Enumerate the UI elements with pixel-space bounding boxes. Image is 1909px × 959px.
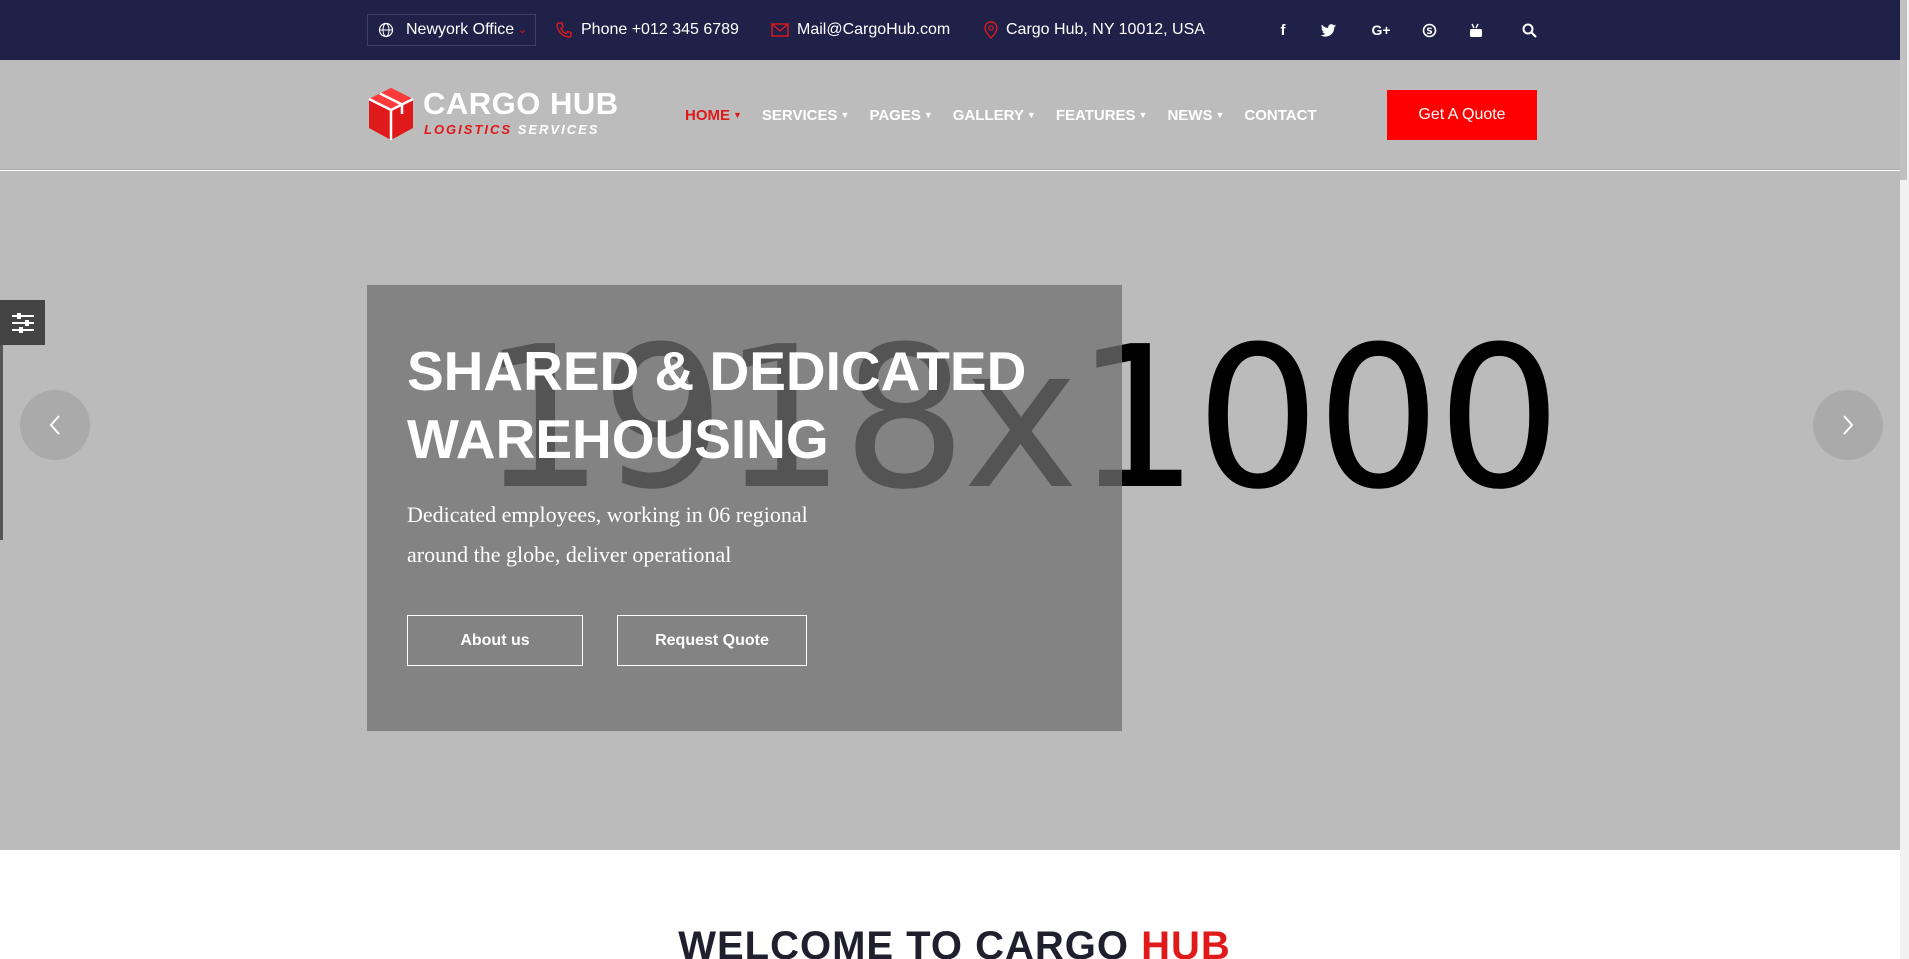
logo-sub-services: SERVICES: [517, 122, 600, 137]
globe-icon: [378, 22, 394, 38]
hero-description: Dedicated employees, working in 06 regio…: [407, 495, 887, 575]
phone-text: Phone +012 345 6789: [581, 21, 739, 38]
map-pin-icon: [984, 21, 998, 39]
nav-label: PAGES: [869, 106, 921, 124]
chevron-down-icon: ▼: [1026, 110, 1036, 120]
main-header: CARGO HUB LOGISTICS SERVICES HOME ▼ SERV…: [0, 60, 1909, 170]
welcome-title-main: WELCOME TO CARGO: [678, 924, 1142, 959]
welcome-title: WELCOME TO CARGO HUB: [0, 924, 1900, 959]
hero-desc-line2: around the globe, deliver operational: [407, 542, 732, 567]
nav-item-features[interactable]: FEATURES ▼: [1056, 107, 1148, 124]
about-us-button[interactable]: About us: [407, 615, 583, 666]
email-text: Mail@CargoHub.com: [797, 21, 951, 38]
nav-label: SERVICES: [761, 106, 838, 124]
request-quote-button[interactable]: Request Quote: [617, 615, 807, 666]
office-select-label: Newyork Office: [406, 21, 515, 38]
address-text: Cargo Hub, NY 10012, USA: [1006, 21, 1205, 38]
logo-sub-logistics: LOGISTICS: [424, 122, 513, 137]
twitter-icon[interactable]: [1316, 0, 1340, 60]
style-switcher-button[interactable]: [0, 300, 45, 345]
address-contact: Cargo Hub, NY 10012, USA: [984, 0, 1205, 60]
email-contact[interactable]: Mail@CargoHub.com: [771, 0, 950, 60]
main-nav: HOME ▼ SERVICES ▼ PAGES ▼ GALLERY ▼ FEAT…: [685, 60, 1337, 170]
google-plus-icon[interactable]: G+: [1366, 0, 1396, 60]
nav-label: GALLERY: [952, 106, 1024, 124]
nav-item-contact[interactable]: CONTACT: [1244, 107, 1316, 124]
nav-item-gallery[interactable]: GALLERY ▼: [953, 107, 1036, 124]
hero-title-line1: SHARED & DEDICATED: [407, 340, 1027, 402]
slider-prev-button[interactable]: [20, 390, 90, 460]
phone-icon: [556, 22, 572, 38]
nav-label: HOME: [685, 106, 730, 124]
cargo-box-logo-icon: [368, 88, 414, 140]
phone-contact[interactable]: Phone +012 345 6789: [555, 0, 739, 60]
logo-subtitle: LOGISTICS SERVICES: [424, 122, 599, 137]
page-scrollbar[interactable]: [1900, 0, 1909, 959]
facebook-icon[interactable]: f: [1271, 0, 1295, 60]
logo[interactable]: CARGO HUB LOGISTICS SERVICES: [367, 84, 619, 144]
logo-title: CARGO HUB: [423, 86, 619, 121]
chevron-right-icon: [1843, 415, 1854, 435]
chevron-down-icon: ▼: [923, 110, 933, 120]
slider-next-button[interactable]: [1813, 390, 1883, 460]
mail-icon: [771, 23, 789, 37]
hero-title-line2: WAREHOUSING: [407, 408, 829, 470]
search-icon[interactable]: [1517, 0, 1541, 60]
scrollbar-thumb[interactable]: [1900, 0, 1907, 180]
chevron-down-icon: ▼: [1215, 110, 1225, 120]
hero-caption-box: SHARED & DEDICATED WAREHOUSING Dedicated…: [367, 285, 1122, 731]
hero-desc-line1: Dedicated employees, working in 06 regio…: [407, 502, 808, 527]
welcome-title-accent: HUB: [1141, 924, 1231, 959]
sliders-icon: [11, 312, 34, 333]
top-bar: Newyork Office ⌄ Phone +012 345 6789 Mai…: [0, 0, 1909, 60]
welcome-section: WELCOME TO CARGO HUB: [0, 850, 1900, 959]
chevron-down-icon: ▼: [840, 110, 850, 120]
svg-text:S: S: [1426, 26, 1432, 36]
chevron-left-icon: [49, 415, 60, 435]
office-select[interactable]: Newyork Office ⌄: [367, 14, 536, 46]
chevron-down-icon: ⌄: [517, 24, 527, 36]
hero-slider: 1918x1000 SHARED & DEDICATED WAREHOUSING…: [0, 171, 1909, 850]
chevron-down-icon: ▼: [733, 110, 742, 120]
nav-label: NEWS: [1167, 106, 1213, 124]
skype-icon[interactable]: S: [1417, 0, 1441, 60]
get-a-quote-button[interactable]: Get A Quote: [1387, 90, 1537, 140]
youtube-icon[interactable]: [1464, 0, 1488, 60]
nav-item-home[interactable]: HOME ▼: [685, 107, 742, 124]
nav-label: CONTACT: [1244, 106, 1317, 124]
nav-label: FEATURES: [1055, 106, 1136, 124]
side-panel-edge: [0, 345, 3, 540]
nav-item-pages[interactable]: PAGES ▼: [869, 107, 932, 124]
nav-item-services[interactable]: SERVICES ▼: [762, 107, 850, 124]
chevron-down-icon: ▼: [1138, 110, 1148, 120]
nav-item-news[interactable]: NEWS ▼: [1167, 107, 1224, 124]
hero-title: SHARED & DEDICATED WAREHOUSING: [407, 337, 1107, 473]
